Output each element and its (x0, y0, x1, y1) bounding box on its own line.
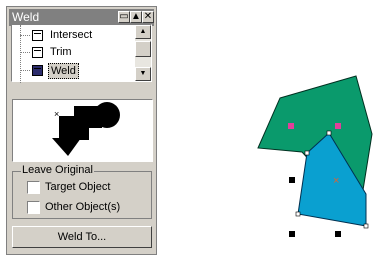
scroll-up-button[interactable]: ▲ (135, 25, 151, 39)
trim-icon (32, 47, 43, 58)
selection-handle[interactable] (289, 177, 295, 183)
selection-handle[interactable] (289, 231, 295, 237)
target-object-label: Target Object (45, 181, 111, 193)
scroll-thumb[interactable] (135, 41, 151, 57)
list-item-label: Intersect (50, 29, 93, 41)
node-handle[interactable] (326, 130, 332, 136)
pink-handle[interactable] (335, 123, 341, 129)
minimize-icon[interactable]: ▭ (118, 11, 130, 23)
weld-preview-graphic: × (52, 102, 120, 156)
target-object-checkbox[interactable] (27, 181, 40, 194)
weld-icon (32, 65, 43, 76)
group-title: Leave Original (21, 164, 94, 176)
weld-preview: × (12, 99, 153, 162)
list-item-weld[interactable]: Weld (12, 62, 130, 79)
node-handle[interactable] (295, 211, 301, 217)
weld-to-button[interactable]: Weld To... (12, 226, 152, 248)
scroll-down-button[interactable]: ▼ (135, 67, 151, 81)
node-handle[interactable] (363, 223, 369, 229)
other-objects-label: Other Object(s) (45, 201, 121, 213)
other-objects-checkbox[interactable] (27, 201, 40, 214)
intersect-icon (32, 30, 43, 41)
selection-handle[interactable] (335, 231, 341, 237)
leave-original-group: Leave Original Target Object Other Objec… (12, 164, 152, 219)
drawing-canvas[interactable]: × (160, 0, 374, 266)
pink-handle[interactable] (288, 123, 294, 129)
expand-icon[interactable]: ▲ (130, 11, 142, 23)
rect-shape (59, 116, 89, 140)
list-item-label: Weld (48, 63, 79, 79)
list-item-trim[interactable]: Trim (12, 44, 130, 61)
node-handle[interactable] (304, 150, 310, 156)
triangle-shape (52, 138, 81, 156)
close-icon[interactable]: ✕ (142, 11, 154, 23)
list-item-label: Trim (50, 46, 72, 58)
command-list[interactable]: Intersect Trim Weld ▲ ▼ (11, 24, 152, 83)
center-marker-icon[interactable]: × (333, 175, 339, 187)
list-scrollbar[interactable]: ▲ ▼ (135, 25, 151, 81)
list-item-intersect[interactable]: Intersect (12, 27, 130, 44)
cursor-marker-icon: × (54, 109, 59, 119)
